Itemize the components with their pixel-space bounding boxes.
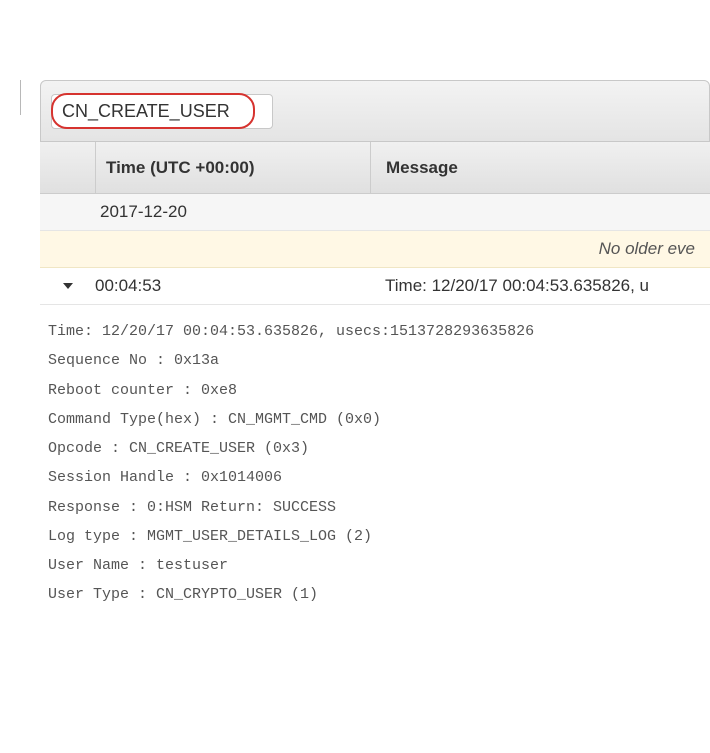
detail-line: Command Type(hex) : CN_MGMT_CMD (0x0) — [48, 405, 702, 434]
detail-line: Response : 0:HSM Return: SUCCESS — [48, 493, 702, 522]
log-detail-block: Time: 12/20/17 00:04:53.635826, usecs:15… — [40, 305, 710, 620]
older-events-row: No older eve — [40, 231, 710, 268]
search-input-wrapper — [51, 94, 273, 129]
row-message-value: Time: 12/20/17 00:04:53.635826, u — [385, 276, 649, 295]
detail-line: Reboot counter : 0xe8 — [48, 376, 702, 405]
time-column-header[interactable]: Time (UTC +00:00) — [95, 142, 370, 193]
expand-toggle[interactable] — [40, 280, 95, 292]
detail-line: Sequence No : 0x13a — [48, 346, 702, 375]
message-header-label: Message — [386, 158, 458, 178]
log-row[interactable]: 00:04:53 Time: 12/20/17 00:04:53.635826,… — [40, 268, 710, 305]
chevron-down-icon — [62, 280, 74, 292]
date-group-row: 2017-12-20 — [40, 194, 710, 231]
row-message-cell: Time: 12/20/17 00:04:53.635826, u — [370, 276, 710, 296]
search-bar — [40, 80, 710, 142]
detail-line: Session Handle : 0x1014006 — [48, 463, 702, 492]
detail-line: Time: 12/20/17 00:04:53.635826, usecs:15… — [48, 317, 702, 346]
detail-line: Log type : MGMT_USER_DETAILS_LOG (2) — [48, 522, 702, 551]
table-header-row: Time (UTC +00:00) Message — [40, 142, 710, 194]
message-column-header[interactable]: Message — [370, 142, 710, 193]
search-input[interactable] — [62, 101, 262, 122]
detail-line: Opcode : CN_CREATE_USER (0x3) — [48, 434, 702, 463]
date-group-label: 2017-12-20 — [100, 202, 187, 221]
vertical-divider — [20, 80, 21, 115]
row-time-cell: 00:04:53 — [95, 276, 370, 296]
time-header-label: Time (UTC +00:00) — [106, 158, 254, 178]
older-events-label: No older eve — [599, 239, 695, 258]
detail-line: User Name : testuser — [48, 551, 702, 580]
row-time-value: 00:04:53 — [95, 276, 161, 295]
detail-line: User Type : CN_CRYPTO_USER (1) — [48, 580, 702, 609]
